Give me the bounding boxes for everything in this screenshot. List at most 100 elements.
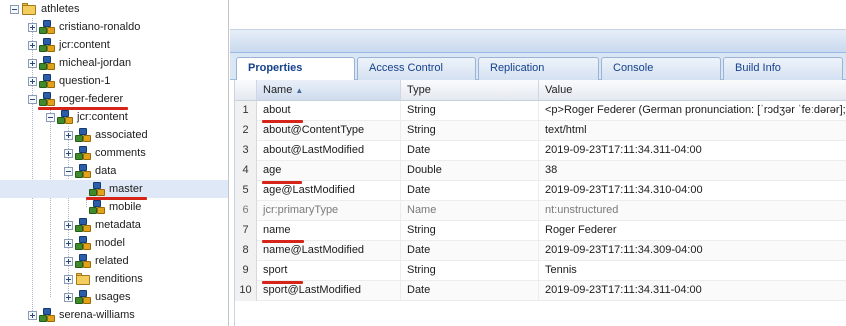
expand-toggle[interactable] [28,40,37,50]
tree-item-label: question-1 [59,75,111,87]
property-name-cell[interactable]: sport [257,261,401,281]
tree-item-master[interactable]: master [0,180,228,198]
node-icon [75,163,91,179]
property-type-cell[interactable]: Date [401,141,539,161]
property-name-cell[interactable]: about@LastModified [257,141,401,161]
property-type-cell[interactable]: String [401,261,539,281]
property-value-cell[interactable]: nt:unstructured [539,201,846,221]
node-icon [39,55,55,71]
tree-item-label: serena-williams [59,309,135,321]
property-type-cell[interactable]: Date [401,281,539,301]
tree-item-label: cristiano-ronaldo [59,21,141,33]
tab-console[interactable]: Console [601,57,721,80]
property-name-cell[interactable]: sport@LastModified [257,281,401,301]
tree-item-jcr-content[interactable]: jcr:content [28,36,110,54]
collapse-toggle[interactable] [64,166,73,176]
expand-toggle[interactable] [64,292,73,302]
tree-item-cristiano-ronaldo[interactable]: cristiano-ronaldo [28,18,140,36]
property-name-cell[interactable]: name [257,221,401,241]
property-value-cell[interactable]: 2019-09-23T17:11:34.309-04:00 [539,241,846,261]
property-value-cell[interactable]: 38 [539,161,846,181]
tree-item-label: model [95,237,125,249]
node-icon [75,217,91,233]
expand-toggle[interactable] [64,220,73,230]
tree-item-micheal-jordan[interactable]: micheal-jordan [28,54,131,72]
column-header-name[interactable]: Name ▲ [257,80,401,101]
table-row[interactable]: 9 sport String Tennis [235,261,846,281]
tree-item-label: mobile [109,201,142,213]
table-row[interactable]: 2 about@ContentType String text/html [235,121,846,141]
folder-icon [21,1,37,17]
tree-item-label: athletes [41,3,80,15]
property-name-cell[interactable]: about@ContentType [257,121,401,141]
expand-toggle[interactable] [64,238,73,248]
tree-item-related[interactable]: related [64,252,129,270]
tree-item-label: renditions [95,273,143,285]
property-type-cell[interactable]: String [401,221,539,241]
tree-item-mobile[interactable]: mobile [89,198,141,216]
tree-item-athletes[interactable]: athletes [10,0,80,18]
tree-item-data[interactable]: data [64,162,116,180]
property-value-cell[interactable]: Roger Federer [539,221,846,241]
node-icon [39,73,55,89]
table-row[interactable]: 1 about String <p>Roger Federer (German pro… [235,101,846,121]
property-value-cell[interactable]: <p>Roger Federer (German pronunciation: … [539,101,846,121]
expand-toggle[interactable] [64,130,73,140]
table-row[interactable]: 10 sport@LastModified Date 2019-09-23T17:11… [235,281,846,301]
property-value-cell[interactable]: Tennis [539,261,846,281]
table-row[interactable]: 8 name@LastModified Date 2019-09-23T17:11:3… [235,241,846,261]
property-value-cell[interactable]: text/html [539,121,846,141]
property-name-cell[interactable]: jcr:primaryType [257,201,401,221]
tree-item-associated[interactable]: associated [64,126,148,144]
collapse-toggle[interactable] [28,94,37,104]
table-row[interactable]: 4 age Double 38 [235,161,846,181]
tree-item-metadata[interactable]: metadata [64,216,141,234]
tab-properties[interactable]: Properties [236,57,355,81]
annotation-underline [262,281,303,284]
property-type-cell[interactable]: Date [401,181,539,201]
property-type-cell[interactable]: Double [401,161,539,181]
table-row[interactable]: 5 age@LastModified Date 2019-09-23T17:11:34… [235,181,846,201]
property-value-cell[interactable]: 2019-09-23T17:11:34.310-04:00 [539,181,846,201]
tree-item-renditions[interactable]: renditions [64,270,143,288]
property-type-cell[interactable]: String [401,101,539,121]
property-name-cell[interactable]: about [257,101,401,121]
tree-item-jcr-content[interactable]: jcr:content [46,108,128,126]
row-number-cell: 3 [235,141,257,161]
collapse-toggle[interactable] [46,112,55,122]
tab-build-info[interactable]: Build Info [723,57,843,80]
property-name-cell[interactable]: age [257,161,401,181]
column-header-label: Name [263,84,293,96]
tree-item-comments[interactable]: comments [64,144,146,162]
tab-access-control[interactable]: Access Control [357,57,476,80]
collapse-toggle[interactable] [10,4,19,14]
node-icon [57,109,73,125]
tree-item-label: roger-federer [59,93,124,105]
table-row[interactable]: 7 name String Roger Federer [235,221,846,241]
tab-replication[interactable]: Replication [478,57,599,80]
property-type-cell[interactable]: Name [401,201,539,221]
tree-item-question-1[interactable]: question-1 [28,72,110,90]
column-header-type[interactable]: Type [401,80,539,101]
property-value-cell[interactable]: 2019-09-23T17:11:34.311-04:00 [539,281,846,301]
expand-toggle[interactable] [28,310,37,320]
tree-item-label: comments [95,147,146,159]
property-type-cell[interactable]: String [401,121,539,141]
property-name-cell[interactable]: name@LastModified [257,241,401,261]
tree-item-usages[interactable]: usages [64,288,130,306]
property-name-cell[interactable]: age@LastModified [257,181,401,201]
table-row[interactable]: 3 about@LastModified Date 2019-09-23T17:11:… [235,141,846,161]
tree-item-serena-williams[interactable]: serena-williams [28,306,135,324]
expand-toggle[interactable] [28,22,37,32]
property-type-cell[interactable]: Date [401,241,539,261]
table-row[interactable]: 6 jcr:primaryType Name nt:unstructured [235,201,846,221]
column-header-value[interactable]: Value [539,80,846,101]
expand-toggle[interactable] [28,76,37,86]
tree-item-roger-federer[interactable]: roger-federer [28,90,123,108]
expand-toggle[interactable] [64,274,73,284]
tree-item-model[interactable]: model [64,234,125,252]
expand-toggle[interactable] [64,148,73,158]
property-value-cell[interactable]: 2019-09-23T17:11:34.311-04:00 [539,141,846,161]
expand-toggle[interactable] [28,58,37,68]
expand-toggle[interactable] [64,256,73,266]
